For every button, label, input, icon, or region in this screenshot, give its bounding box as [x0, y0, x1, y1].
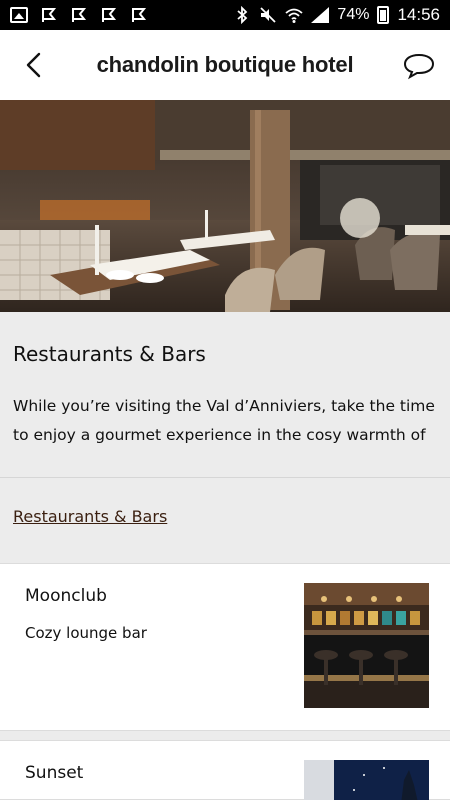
- section-description: While you’re visiting the Val d’Annivier…: [13, 397, 435, 444]
- flag-notification-icon: [72, 8, 87, 22]
- venue-title: Moonclub: [25, 586, 107, 606]
- flag-notification-icon: [102, 8, 117, 22]
- notification-icons: [10, 6, 148, 24]
- clock: 14:56: [397, 5, 440, 24]
- intro-section: Restaurants & Bars While you’re visiting…: [0, 312, 450, 477]
- flag-notification-icon: [42, 8, 57, 22]
- chat-button[interactable]: [402, 50, 436, 80]
- hotel-brand-title: chandolin boutique hotel: [96, 52, 354, 77]
- restaurant-hero-image: [0, 100, 450, 312]
- flag-notification-icon: [132, 8, 147, 22]
- app-header: chandolin boutique hotel: [0, 30, 450, 100]
- venue-list-item-sunset[interactable]: Sunset: [0, 740, 450, 800]
- wifi-icon: [285, 8, 304, 23]
- venue-title: Sunset: [25, 763, 84, 783]
- system-status: 74% 14:56: [233, 5, 440, 25]
- restaurants-link-row: Restaurants & Bars: [0, 477, 450, 557]
- venue-list-item-moonclub[interactable]: Moonclub Cozy lounge bar: [0, 563, 450, 731]
- status-bar: 74% 14:56: [0, 0, 450, 30]
- signal-icon: [311, 7, 330, 23]
- venue-thumbnail-sunset: [304, 760, 429, 800]
- chat-bubble-icon: [403, 53, 435, 80]
- venue-subtitle: Cozy lounge bar: [25, 624, 147, 642]
- restaurants-bars-link[interactable]: Restaurants & Bars: [13, 507, 167, 526]
- section-title: Restaurants & Bars: [13, 342, 206, 366]
- venue-thumbnail-moonclub: [304, 583, 429, 708]
- mute-icon: [260, 7, 277, 23]
- battery-icon: [377, 6, 390, 24]
- battery-percent: 74%: [337, 6, 370, 23]
- gallery-notification-icon: [10, 7, 28, 23]
- bluetooth-icon: [237, 6, 248, 24]
